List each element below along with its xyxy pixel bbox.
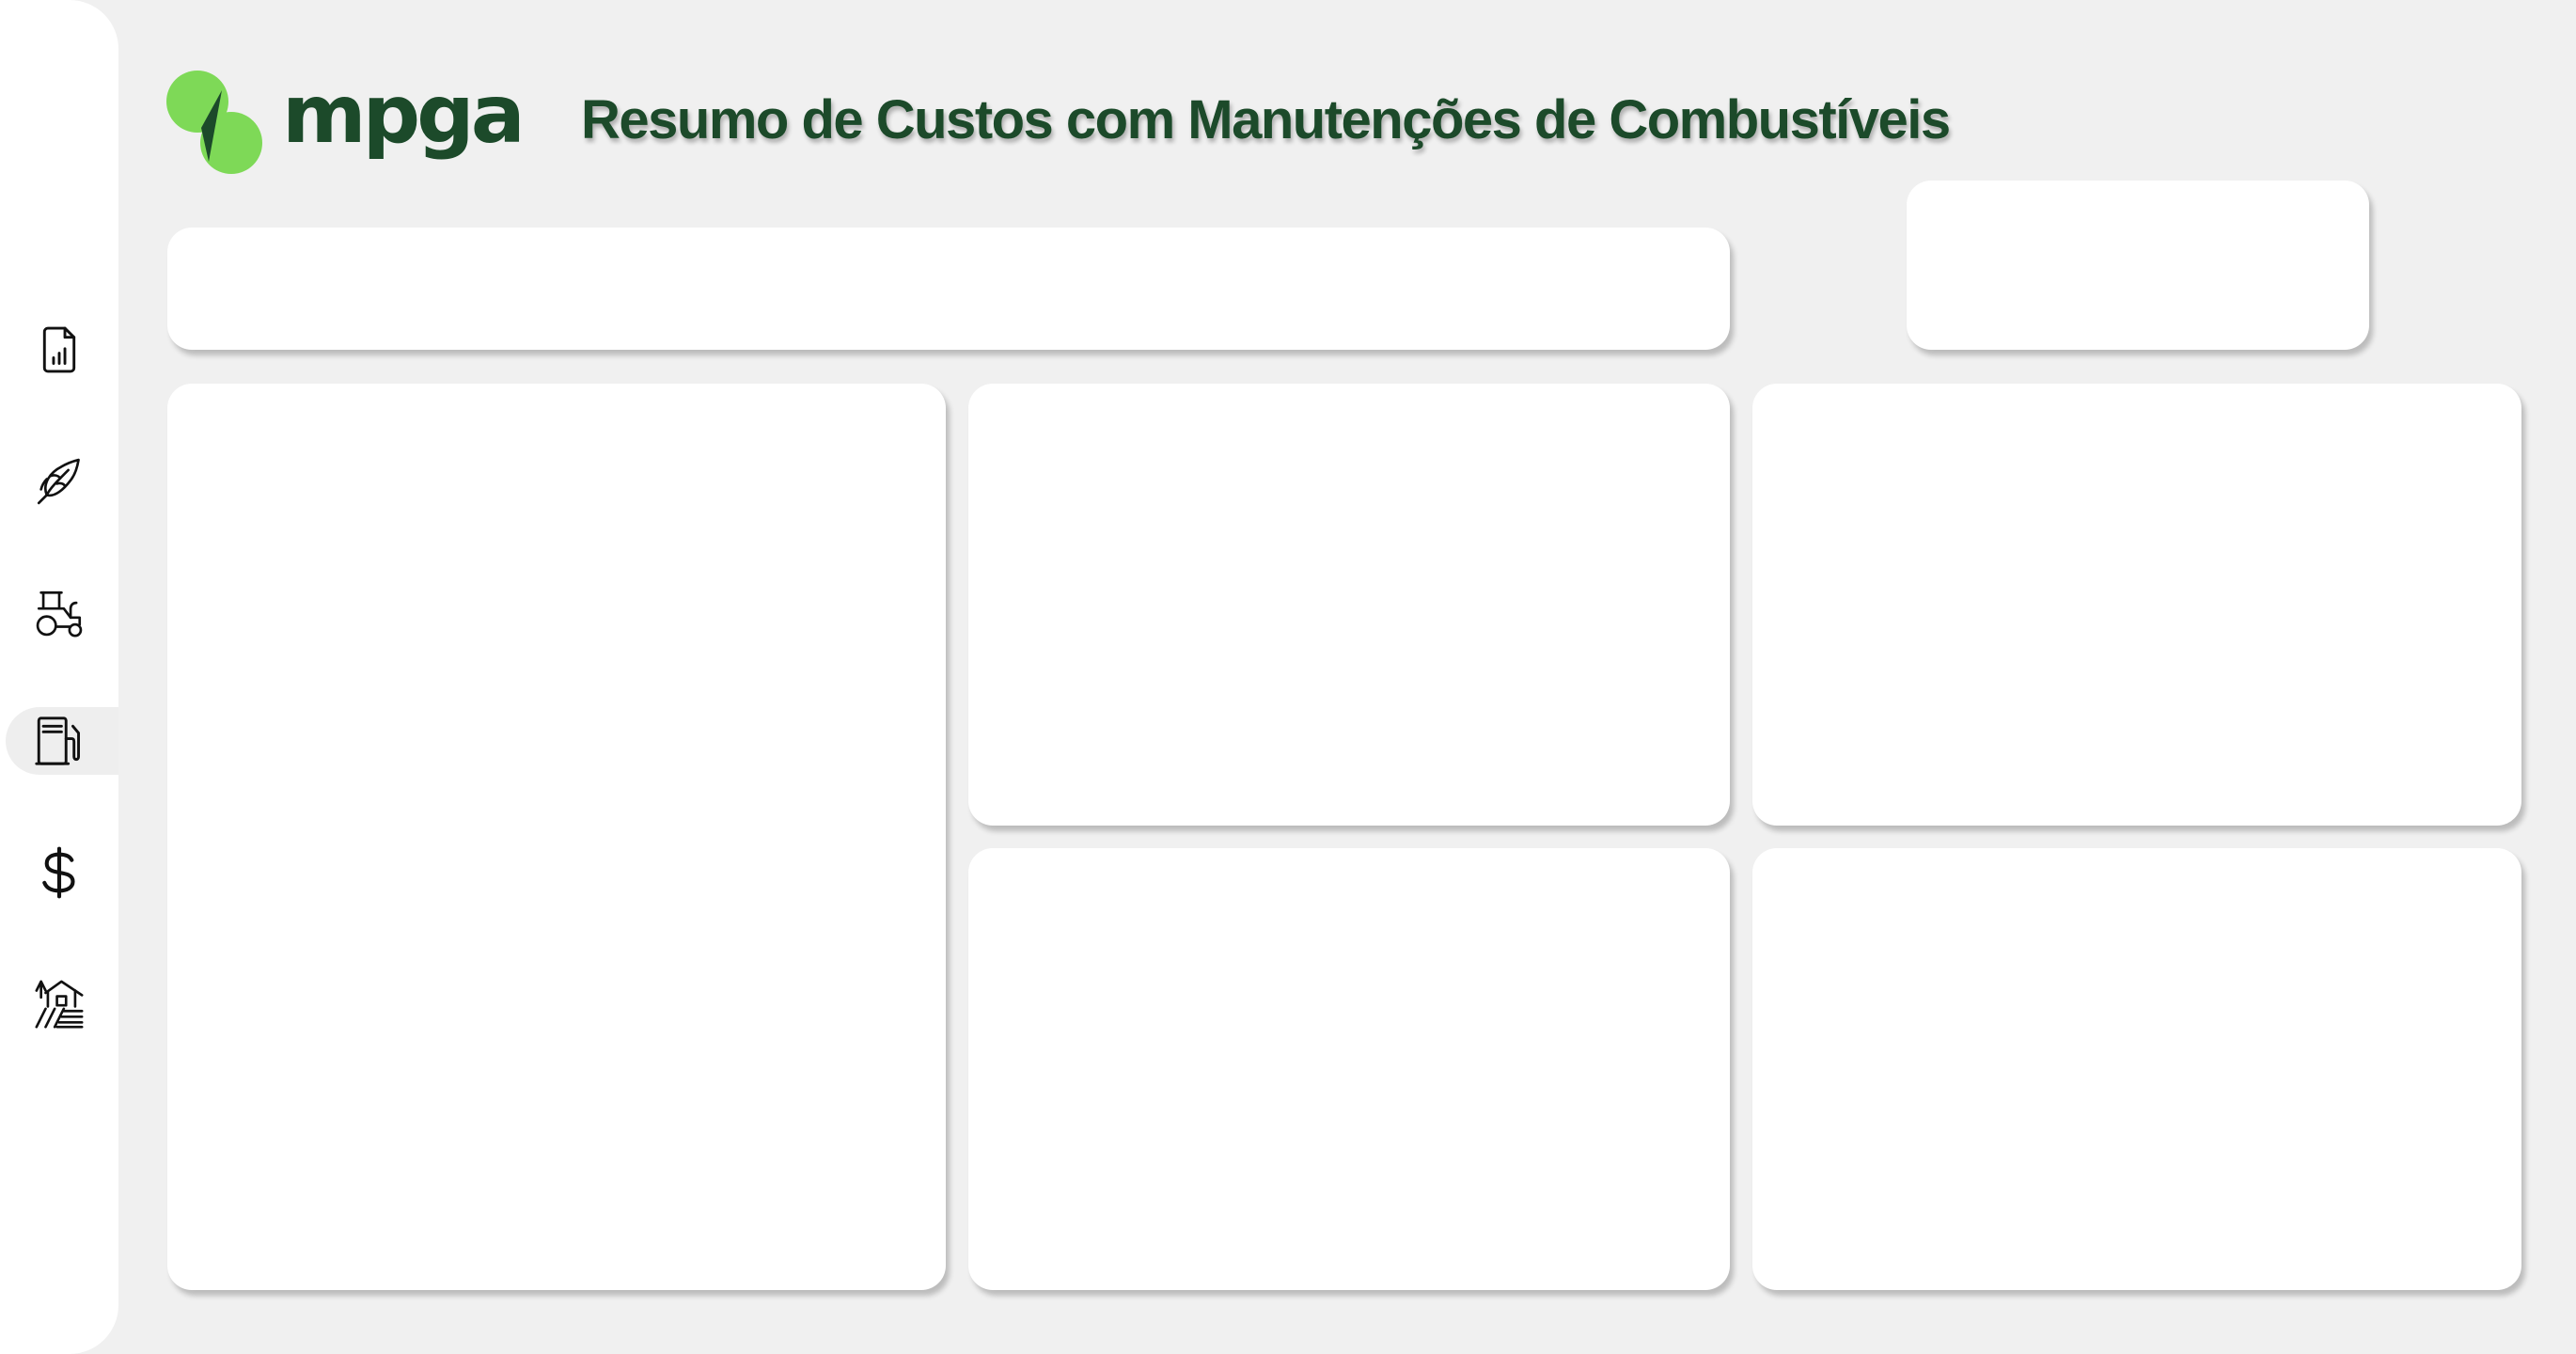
visual-center-bottom[interactable] <box>968 848 1730 1290</box>
dollar-icon <box>42 846 75 899</box>
filter-bar[interactable] <box>167 228 1730 350</box>
corn-icon <box>37 458 80 505</box>
page-title: Resumo de Custos com Manutenções de Comb… <box>581 89 1951 150</box>
fuel-pump-icon <box>35 716 80 765</box>
brand-logo[interactable]: mpga <box>165 68 526 175</box>
sidebar-item-finance[interactable] <box>6 839 118 906</box>
mpga-leaf-logo-icon <box>166 71 262 174</box>
sidebar-item-farm[interactable] <box>6 970 118 1038</box>
sidebar-item-machinery[interactable] <box>6 579 118 647</box>
kpi-card[interactable] <box>1907 181 2369 350</box>
sidebar <box>0 0 118 1354</box>
sidebar-item-fuel[interactable] <box>6 707 118 775</box>
sidebar-item-agriculture[interactable] <box>6 448 118 515</box>
visual-right-top[interactable] <box>1752 384 2521 826</box>
visual-right-bottom[interactable] <box>1752 848 2521 1290</box>
report-chart-icon <box>42 326 76 373</box>
brand-name: mpga <box>282 68 526 162</box>
dashboard-page: mpga Resumo de Custos com Manutenções de… <box>0 0 2576 1354</box>
sidebar-item-reports[interactable] <box>6 316 118 384</box>
tractor-icon <box>36 590 83 638</box>
visual-left-tall[interactable] <box>167 384 946 1290</box>
visual-center-top[interactable] <box>968 384 1730 826</box>
farm-house-icon <box>35 980 84 1029</box>
